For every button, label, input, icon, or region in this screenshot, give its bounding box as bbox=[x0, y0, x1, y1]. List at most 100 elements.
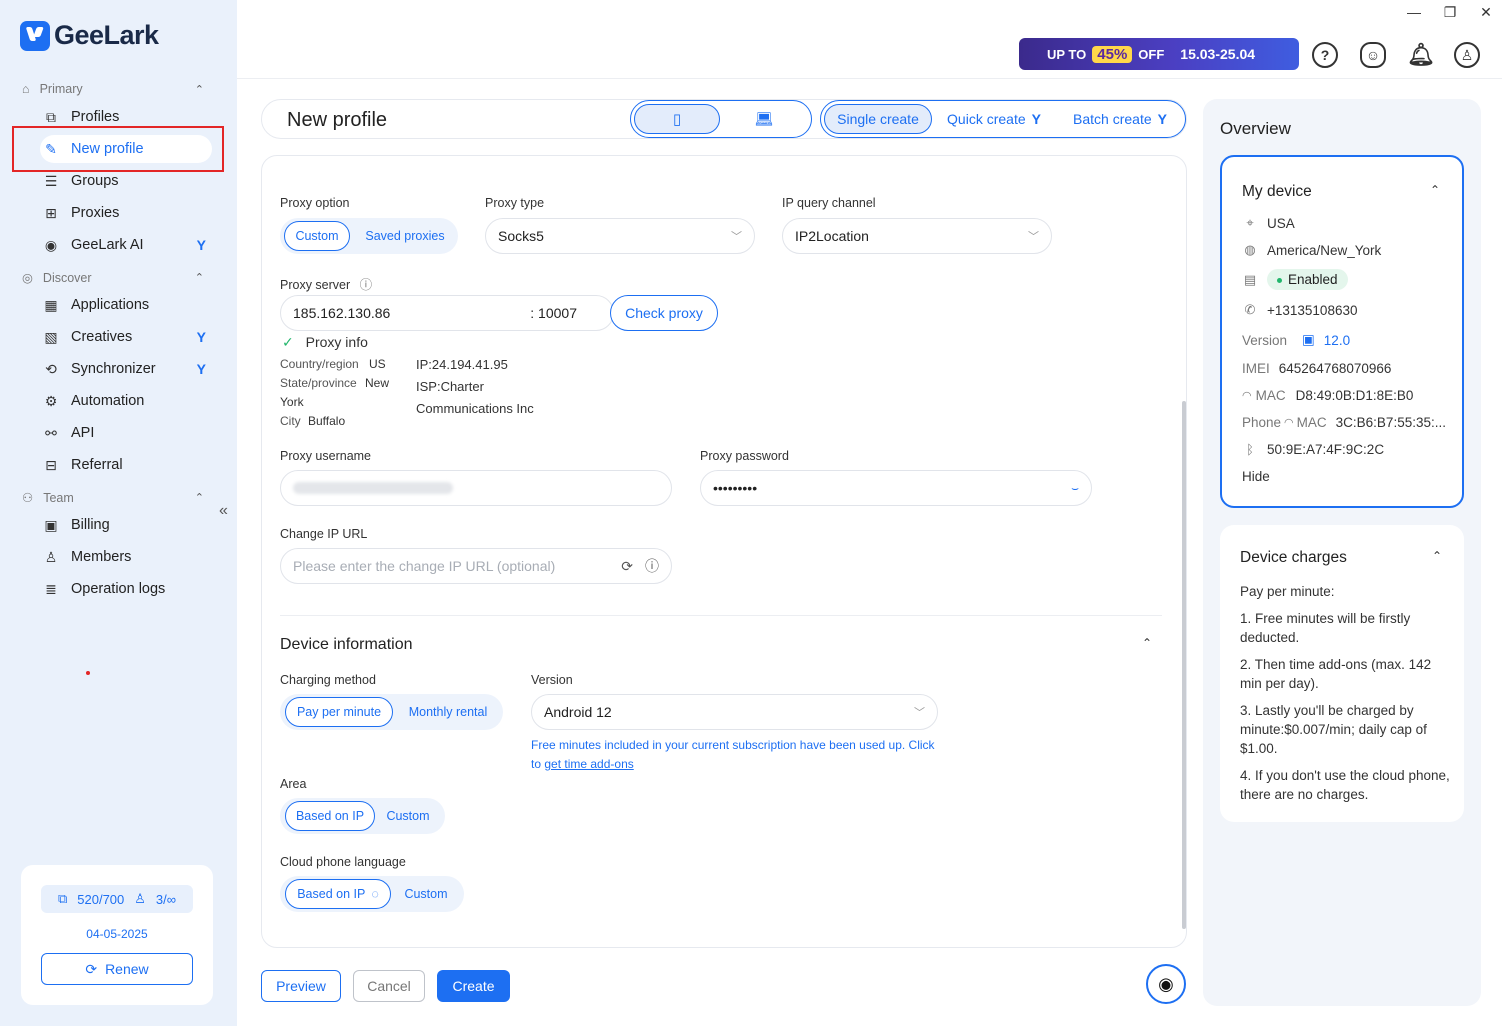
proxy-option-saved[interactable]: Saved proxies bbox=[358, 221, 452, 251]
renew-button[interactable]: ⟳ Renew bbox=[41, 953, 193, 985]
tab-batch-create[interactable]: Batch create Y bbox=[1065, 104, 1175, 134]
eye-closed-icon[interactable]: ⌣ bbox=[1071, 481, 1079, 496]
grid-icon: ▦ bbox=[44, 296, 58, 313]
desktop-device-option[interactable]: 💻︎ bbox=[721, 104, 807, 134]
sidebar-item-api[interactable]: ⚯ API bbox=[40, 419, 212, 447]
proxy-username-label: Proxy username bbox=[280, 449, 372, 463]
sidebar-item-label: Billing bbox=[71, 517, 110, 533]
proxy-password-label: Proxy password bbox=[700, 449, 789, 463]
proxy-host-input[interactable]: 185.162.130.86 : 10007 bbox=[280, 295, 614, 331]
promo-up-to: UP TO bbox=[1047, 46, 1087, 62]
collapse-sidebar-icon[interactable]: « bbox=[219, 502, 228, 520]
gift-icon: ⊟ bbox=[45, 456, 57, 473]
maximize-icon[interactable]: ❐ bbox=[1438, 4, 1462, 21]
tab-single-create[interactable]: Single create bbox=[824, 104, 932, 134]
version-select[interactable]: Android 12 ﹀ bbox=[531, 694, 938, 730]
section-discover[interactable]: ◎ Discover ⌃ bbox=[22, 270, 204, 286]
check-proxy-label: Check proxy bbox=[625, 305, 703, 321]
refresh-icon[interactable]: ⟳ bbox=[621, 558, 633, 575]
help-icon[interactable]: ? bbox=[1312, 42, 1338, 68]
sidebar-item-operation-logs[interactable]: ≣ Operation logs bbox=[40, 575, 212, 603]
proxy-info-title: ✓ Proxy info bbox=[282, 334, 368, 351]
sidebar-item-label: Referral bbox=[71, 457, 123, 473]
quota-card: ⧉ 520/700 ♙ 3/∞ 04-05-2025 ⟳ Renew bbox=[21, 865, 213, 1005]
quota-pill: ⧉ 520/700 ♙ 3/∞ bbox=[41, 885, 193, 913]
member-quota: 3/∞ bbox=[155, 891, 177, 907]
chevron-up-icon[interactable]: ⌃ bbox=[1142, 636, 1152, 650]
phone-mac-label: Phone bbox=[1242, 415, 1282, 430]
sidebar-item-automation[interactable]: ⚙ Automation bbox=[40, 387, 212, 415]
version-label: Version bbox=[531, 673, 573, 687]
section-team-label: Team bbox=[43, 490, 74, 505]
check-proxy-button[interactable]: Check proxy bbox=[610, 295, 718, 331]
language-based-on-ip[interactable]: Based on IP ◌ bbox=[285, 879, 391, 909]
chevron-up-icon[interactable]: ⌃ bbox=[1432, 549, 1442, 563]
robot-icon: ⚙ bbox=[44, 392, 58, 409]
device-country-row: ⌖ USA bbox=[1242, 215, 1294, 231]
sidebar-item-creatives[interactable]: ▧ Creatives Y bbox=[40, 323, 212, 351]
geelark-badge-icon: Y bbox=[196, 361, 206, 377]
network-icon: ⊞ bbox=[45, 204, 57, 221]
account-icon[interactable]: ♙ bbox=[1454, 42, 1480, 68]
change-ip-label: Change IP URL bbox=[280, 527, 368, 541]
tab-quick-create[interactable]: Quick create Y bbox=[939, 104, 1049, 134]
profile-quota: 520/700 bbox=[77, 891, 125, 907]
page-title: New profile bbox=[287, 109, 388, 131]
cancel-button[interactable]: Cancel bbox=[353, 970, 425, 1002]
bell-icon[interactable]: 🔔︎ bbox=[1407, 42, 1435, 68]
close-icon[interactable]: ✕ bbox=[1474, 4, 1498, 21]
proxy-option-custom[interactable]: Custom bbox=[284, 221, 350, 251]
sidebar-item-applications[interactable]: ▦ Applications bbox=[40, 291, 212, 319]
option-label: Custom bbox=[295, 229, 339, 243]
list-icon: ☰ bbox=[44, 172, 58, 189]
user-icon: ♙ bbox=[44, 548, 58, 565]
chevron-down-icon: ﹀ bbox=[1028, 231, 1039, 243]
logo[interactable]: GeeLark bbox=[20, 20, 159, 51]
proxy-ip: IP:24.194.41.95 bbox=[416, 357, 508, 372]
sidebar-item-members[interactable]: ♙ Members bbox=[40, 543, 212, 571]
eye-assistant-icon[interactable]: ◉ bbox=[1146, 964, 1186, 1004]
info-icon[interactable]: ⓘ bbox=[645, 556, 659, 576]
chevron-up-icon[interactable]: ⌃ bbox=[1430, 183, 1440, 197]
proxy-type-select[interactable]: Socks5 ﹀ bbox=[485, 218, 755, 254]
ip-channel-select[interactable]: IP2Location ﹀ bbox=[782, 218, 1052, 254]
sidebar-item-groups[interactable]: ☰ Groups bbox=[40, 167, 212, 195]
charging-monthly-rental[interactable]: Monthly rental bbox=[398, 697, 498, 727]
change-ip-input[interactable]: Please enter the change IP URL (optional… bbox=[280, 548, 672, 584]
sidebar-item-billing[interactable]: ▣ Billing bbox=[40, 511, 212, 539]
device-imei-row: IMEI 645264768070966 bbox=[1242, 361, 1391, 376]
proxy-username-input[interactable] bbox=[280, 470, 672, 506]
country-value: US bbox=[369, 357, 386, 371]
form-scrollbar[interactable] bbox=[1182, 401, 1186, 929]
preview-button[interactable]: Preview bbox=[261, 970, 341, 1002]
create-button[interactable]: Create bbox=[437, 970, 510, 1002]
sidebar: GeeLark ⌂ Primary ⌃ ⧉ Profiles ✎ New pro… bbox=[0, 0, 237, 1026]
profile-header: New profile ▯ 💻︎ Single create Quick cre… bbox=[261, 99, 1187, 139]
proxy-info-label: Proxy info bbox=[305, 334, 368, 350]
promo-banner[interactable]: UP TO 45% OFF 15.03-25.04 bbox=[1019, 38, 1299, 70]
device-phone-row: ✆ +13135108630 bbox=[1242, 302, 1358, 318]
get-time-addons-link[interactable]: get time add-ons bbox=[544, 757, 633, 771]
sidebar-item-synchronizer[interactable]: ⟲ Synchronizer Y bbox=[40, 355, 212, 383]
charging-pay-per-minute[interactable]: Pay per minute bbox=[285, 697, 393, 727]
section-team[interactable]: ⚇ Team ⌃ bbox=[22, 490, 204, 506]
chevron-up-icon: ⌃ bbox=[194, 83, 204, 96]
area-based-on-ip[interactable]: Based on IP bbox=[285, 801, 375, 831]
geelark-badge-icon: Y bbox=[196, 237, 206, 253]
help-circle-icon[interactable]: ⓘ bbox=[360, 278, 373, 292]
section-primary-label: Primary bbox=[39, 82, 83, 96]
home-icon: ⌂ bbox=[22, 82, 30, 96]
proxy-port-value[interactable]: : 10007 bbox=[530, 305, 577, 321]
language-custom[interactable]: Custom bbox=[394, 879, 458, 909]
mobile-device-option[interactable]: ▯ bbox=[634, 104, 720, 134]
area-custom[interactable]: Custom bbox=[378, 801, 438, 831]
sidebar-item-geelark-ai[interactable]: ◉ GeeLark AI Y bbox=[40, 231, 212, 259]
proxy-password-input[interactable]: ••••••••• ⌣ bbox=[700, 470, 1092, 506]
sidebar-item-label: Members bbox=[71, 549, 132, 565]
support-icon[interactable]: ☺ bbox=[1360, 42, 1386, 68]
hide-link[interactable]: Hide bbox=[1242, 469, 1270, 484]
minimize-icon[interactable]: — bbox=[1402, 4, 1426, 20]
sidebar-item-referral[interactable]: ⊟ Referral bbox=[40, 451, 212, 479]
sidebar-item-proxies[interactable]: ⊞ Proxies bbox=[40, 199, 212, 227]
section-primary[interactable]: ⌂ Primary ⌃ bbox=[22, 82, 204, 96]
